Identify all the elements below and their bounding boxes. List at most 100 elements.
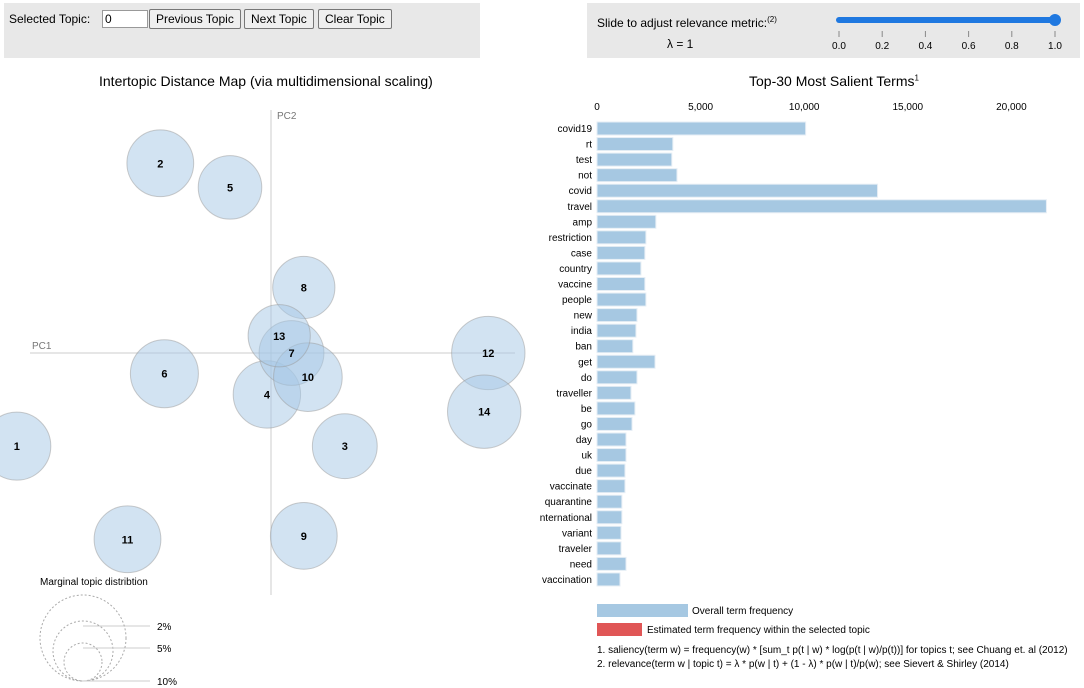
x-tick-label: 20,000 (996, 102, 1027, 113)
term-bar[interactable] (596, 152, 673, 167)
selected-topic-label: Selected Topic: (9, 12, 91, 26)
term-bar[interactable] (596, 385, 632, 400)
term-label[interactable]: day (576, 435, 592, 446)
slider-label-text: Slide to adjust relevance metric: (597, 16, 768, 30)
term-label[interactable]: traveller (556, 388, 592, 399)
term-label[interactable]: quarantine (545, 497, 593, 508)
pc1-label: PC1 (32, 341, 52, 352)
topic-bubble[interactable] (0, 411, 52, 481)
topic-label[interactable]: 8 (301, 282, 307, 294)
term-label[interactable]: traveler (559, 544, 593, 555)
term-label[interactable]: need (570, 559, 592, 570)
term-label[interactable]: be (581, 404, 593, 415)
term-bar[interactable] (596, 308, 638, 323)
topic-label[interactable]: 9 (301, 531, 307, 543)
slider-tick-label: 0.2 (875, 41, 889, 52)
term-bar[interactable] (596, 479, 626, 494)
topic-label[interactable]: 11 (122, 534, 134, 546)
footnote: 1. saliency(term w) = frequency(w) * [su… (597, 645, 1068, 656)
selected-topic-input[interactable] (102, 10, 148, 28)
term-bar[interactable] (596, 432, 627, 447)
term-bar[interactable] (596, 494, 623, 509)
topic-label[interactable]: 13 (273, 331, 285, 343)
term-label[interactable]: rt (586, 140, 592, 151)
term-bar[interactable] (596, 245, 646, 260)
topic-label[interactable]: 12 (482, 348, 494, 360)
term-label[interactable]: international (540, 513, 592, 524)
term-bar[interactable] (596, 463, 626, 478)
term-bar[interactable] (596, 277, 646, 291)
term-label[interactable]: amp (573, 217, 593, 228)
term-bar[interactable] (596, 354, 656, 369)
marginal-legend-circle (39, 594, 127, 682)
term-label[interactable]: vaccinate (550, 482, 593, 493)
term-bar[interactable] (596, 339, 634, 354)
term-label[interactable]: uk (581, 451, 593, 462)
intertopic-distance-map: PC1PC21234567891011121314Marginal topic … (0, 110, 526, 688)
marginal-legend-title: Marginal topic distribtion (40, 577, 148, 588)
term-label[interactable]: variant (562, 528, 592, 539)
topic-label[interactable]: 1 (14, 441, 20, 453)
next-topic-button[interactable]: Next Topic (244, 9, 314, 29)
previous-topic-button[interactable]: Previous Topic (149, 9, 241, 29)
term-label[interactable]: test (576, 155, 592, 166)
term-label[interactable]: due (575, 466, 592, 477)
term-label[interactable]: travel (568, 202, 592, 213)
marginal-legend-circle (52, 620, 114, 682)
term-bar[interactable] (596, 370, 638, 385)
term-label[interactable]: ban (575, 342, 592, 353)
term-bar[interactable] (596, 230, 647, 245)
term-bar[interactable] (596, 199, 1047, 214)
term-label[interactable]: new (574, 311, 593, 322)
term-label[interactable]: go (581, 419, 593, 430)
term-bar[interactable] (596, 261, 642, 276)
term-label[interactable]: india (571, 326, 593, 337)
term-bar[interactable] (596, 137, 674, 152)
clear-topic-button[interactable]: Clear Topic (318, 9, 392, 29)
term-label[interactable]: restriction (549, 233, 592, 244)
term-bar[interactable] (596, 416, 633, 431)
slider-tick-label: 0.8 (1005, 41, 1019, 52)
term-bar[interactable] (596, 401, 636, 416)
term-label[interactable]: people (562, 295, 592, 306)
term-bar[interactable] (596, 525, 622, 540)
topic-label[interactable]: 6 (161, 369, 167, 381)
term-bar[interactable] (596, 168, 678, 183)
slider-handle[interactable] (1049, 14, 1061, 26)
relevance-slider[interactable]: 0.0 0.2 0.4 0.6 0.8 1.0 (827, 7, 1077, 55)
marginal-legend-label: 2% (157, 622, 172, 633)
topic-label[interactable]: 5 (227, 182, 233, 194)
term-label[interactable]: vaccination (542, 575, 592, 586)
topic-label[interactable]: 4 (264, 389, 271, 401)
term-label[interactable]: country (559, 264, 592, 275)
term-bar[interactable] (596, 541, 622, 556)
topic-control-panel: Selected Topic: Previous Topic Next Topi… (4, 3, 480, 58)
topic-label[interactable]: 2 (157, 158, 163, 170)
topic-label[interactable]: 10 (302, 372, 314, 384)
term-bar[interactable] (596, 323, 637, 338)
marginal-legend-label: 10% (157, 677, 177, 688)
lambda-value: λ = 1 (667, 37, 694, 51)
term-bar[interactable] (596, 510, 623, 525)
term-label[interactable]: get (578, 357, 592, 368)
term-bar[interactable] (596, 183, 879, 198)
term-bar[interactable] (596, 572, 621, 587)
term-bar[interactable] (596, 121, 807, 136)
term-label[interactable]: vaccine (558, 280, 592, 291)
term-bar[interactable] (596, 292, 647, 307)
x-tick-label: 0 (594, 102, 600, 113)
topic-label[interactable]: 7 (288, 348, 294, 360)
term-label[interactable]: not (578, 171, 592, 182)
topic-label[interactable]: 3 (342, 441, 348, 453)
legend-swatch (597, 604, 688, 617)
term-bar[interactable] (596, 214, 657, 229)
term-bar[interactable] (596, 448, 627, 463)
topic-label[interactable]: 14 (478, 407, 491, 419)
slider-tick-label: 0.4 (918, 41, 932, 52)
term-bar[interactable] (596, 556, 627, 571)
term-label[interactable]: covid (569, 186, 592, 197)
term-label[interactable]: do (581, 373, 593, 384)
term-label[interactable]: covid19 (558, 124, 593, 135)
term-label[interactable]: case (571, 248, 593, 259)
slider-tick-label: 0.6 (962, 41, 976, 52)
